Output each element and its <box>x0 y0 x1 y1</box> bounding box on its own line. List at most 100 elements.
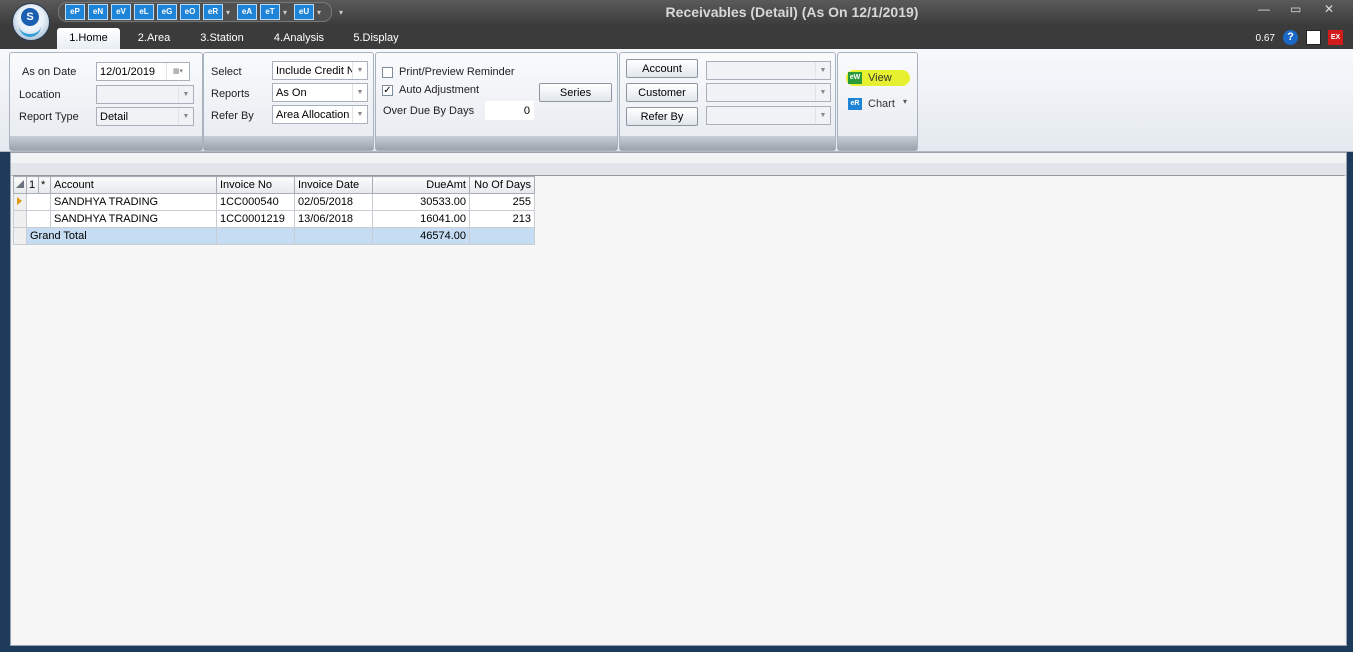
minimize-icon[interactable]: — <box>1258 2 1270 16</box>
over-due-label: Over Due By Days <box>383 105 475 117</box>
chevron-down-icon[interactable]: ▾ <box>283 8 287 17</box>
select-value: Include Credit N <box>276 65 355 77</box>
auto-adjustment-checkbox[interactable]: ✓ <box>382 85 393 96</box>
current-row-arrow-icon <box>17 197 22 205</box>
as-on-date-picker[interactable]: 12/01/2019 ▦▾ <box>96 62 190 81</box>
column-header-invoice-date[interactable]: Invoice Date <box>294 176 373 194</box>
row-indicator[interactable] <box>13 193 27 211</box>
group-footer <box>376 136 617 150</box>
report-type-value: Detail <box>100 111 129 123</box>
exit-icon[interactable]: EX <box>1328 30 1343 45</box>
customer-combo[interactable]: ▼ <box>706 83 831 102</box>
report-content-area: 1 * Account Invoice No Invoice Date DueA… <box>10 152 1347 646</box>
chevron-down-icon[interactable]: ▾ <box>317 8 321 17</box>
refer-by-button[interactable]: Refer By <box>626 107 698 126</box>
cell-no-of-days[interactable]: 213 <box>469 210 535 228</box>
chevron-down-icon[interactable]: ▼ <box>815 107 830 124</box>
tab-analysis[interactable]: 4.Analysis <box>268 28 330 49</box>
tab-home[interactable]: 1.Home <box>57 28 120 49</box>
column-header-due-amt[interactable]: DueAmt <box>372 176 470 194</box>
grid-header-row: 1 * Account Invoice No Invoice Date DueA… <box>13 176 535 194</box>
print-preview-checkbox[interactable] <box>382 67 393 78</box>
total-cell-days <box>469 227 535 245</box>
chevron-down-icon[interactable]: ▾ <box>903 97 907 106</box>
column-header-invoice-no[interactable]: Invoice No <box>216 176 295 194</box>
cell-invoice-date[interactable]: 02/05/2018 <box>294 193 373 211</box>
chevron-down-icon[interactable]: ▼ <box>178 108 193 125</box>
maximize-icon[interactable]: ▭ <box>1290 2 1301 16</box>
grand-total-row: Grand Total 46574.00 <box>13 227 535 245</box>
sort-marker: * <box>38 176 51 194</box>
refer-by-filter-combo[interactable]: ▼ <box>706 106 831 125</box>
qat-button-v[interactable]: eV <box>111 4 131 20</box>
auto-adjustment-label: Auto Adjustment <box>399 84 480 96</box>
chevron-down-icon[interactable]: ▼ <box>815 62 830 79</box>
qat-button-t[interactable]: eT <box>260 4 281 20</box>
over-due-value: 0 <box>523 105 530 117</box>
chevron-down-icon[interactable]: ▼ <box>352 84 367 101</box>
series-button[interactable]: Series <box>539 83 612 102</box>
location-select[interactable]: ▼ <box>96 85 194 104</box>
customer-button[interactable]: Customer <box>626 83 698 102</box>
qat-button-o[interactable]: eO <box>180 4 200 20</box>
qat-customize-icon[interactable]: ▾ <box>339 8 343 17</box>
qat-button-p[interactable]: eP <box>65 4 85 20</box>
chart-label: Chart <box>868 98 895 110</box>
cell-due-amt[interactable]: 30533.00 <box>372 193 470 211</box>
qat-button-r[interactable]: eR <box>203 4 223 20</box>
row-indicator[interactable] <box>13 210 27 228</box>
document-icon[interactable] <box>1306 30 1321 45</box>
cell-invoice-no[interactable]: 1CC000540 <box>216 193 295 211</box>
close-icon[interactable]: ✕ <box>1324 2 1334 16</box>
column-header-account[interactable]: Account <box>50 176 217 194</box>
location-label: Location <box>19 89 61 101</box>
row-indicator[interactable] <box>13 227 27 245</box>
qat-button-a[interactable]: eA <box>237 4 258 20</box>
chart-button[interactable]: eR Chart ▾ <box>846 96 910 114</box>
reports-combo[interactable]: As On ▼ <box>272 83 368 102</box>
receivables-grid[interactable]: 1 * Account Invoice No Invoice Date DueA… <box>13 175 1344 644</box>
cell-account[interactable]: SANDHYA TRADING <box>50 193 217 211</box>
chevron-down-icon[interactable]: ▼ <box>352 62 367 79</box>
as-on-date-label: As on Date <box>22 66 77 78</box>
ribbon-tab-strip: 1.Home 2.Area 3.Station 4.Analysis 5.Dis… <box>0 25 1353 49</box>
select-all-corner[interactable] <box>13 176 27 194</box>
account-button[interactable]: Account <box>626 59 698 78</box>
qat-button-n[interactable]: eN <box>88 4 108 20</box>
refer-by-value: Area Allocation <box>276 109 350 121</box>
cell-invoice-no[interactable]: 1CC0001219 <box>216 210 295 228</box>
qat-button-l[interactable]: eL <box>134 4 154 20</box>
qat-button-u[interactable]: eU <box>294 4 315 20</box>
cell-invoice-date[interactable]: 13/06/2018 <box>294 210 373 228</box>
view-button[interactable]: eW View <box>846 70 910 88</box>
tab-area[interactable]: 2.Area <box>130 28 178 49</box>
reports-label: Reports <box>211 88 250 100</box>
report-type-select[interactable]: Detail ▼ <box>96 107 194 126</box>
row-number-header: 1 <box>26 176 39 194</box>
receivables-table: 1 * Account Invoice No Invoice Date DueA… <box>13 176 535 245</box>
calendar-dropdown-icon[interactable]: ▦▾ <box>166 63 189 80</box>
qat-button-g[interactable]: eG <box>157 4 177 20</box>
view-icon: eW <box>848 72 862 84</box>
chevron-down-icon[interactable]: ▾ <box>226 8 230 17</box>
refer-by-combo[interactable]: Area Allocation ▼ <box>272 105 368 124</box>
tab-station[interactable]: 3.Station <box>192 28 252 49</box>
cell-account[interactable]: SANDHYA TRADING <box>50 210 217 228</box>
grand-total-due-amt: 46574.00 <box>372 227 470 245</box>
chevron-down-icon[interactable]: ▼ <box>815 84 830 101</box>
column-header-no-of-days[interactable]: No Of Days <box>469 176 535 194</box>
quick-access-group: eP eN eV eL eG eO eR ▾ eA eT ▾ eU ▾ <box>58 2 333 22</box>
chevron-down-icon[interactable]: ▼ <box>178 86 193 103</box>
help-icon[interactable]: ? <box>1283 30 1298 45</box>
chevron-down-icon[interactable]: ▼ <box>352 106 367 123</box>
account-combo[interactable]: ▼ <box>706 61 831 80</box>
select-combo[interactable]: Include Credit N ▼ <box>272 61 368 80</box>
tab-display[interactable]: 5.Display <box>347 28 405 49</box>
table-row[interactable]: SANDHYA TRADING 1CC000540 02/05/2018 305… <box>13 193 535 211</box>
cell-no-of-days[interactable]: 255 <box>469 193 535 211</box>
ribbon: As on Date 12/01/2019 ▦▾ Location ▼ Repo… <box>0 49 1353 152</box>
cell-due-amt[interactable]: 16041.00 <box>372 210 470 228</box>
table-row[interactable]: SANDHYA TRADING 1CC0001219 13/06/2018 16… <box>13 210 535 228</box>
over-due-input[interactable]: 0 <box>485 101 534 120</box>
app-logo[interactable]: S <box>12 3 50 41</box>
